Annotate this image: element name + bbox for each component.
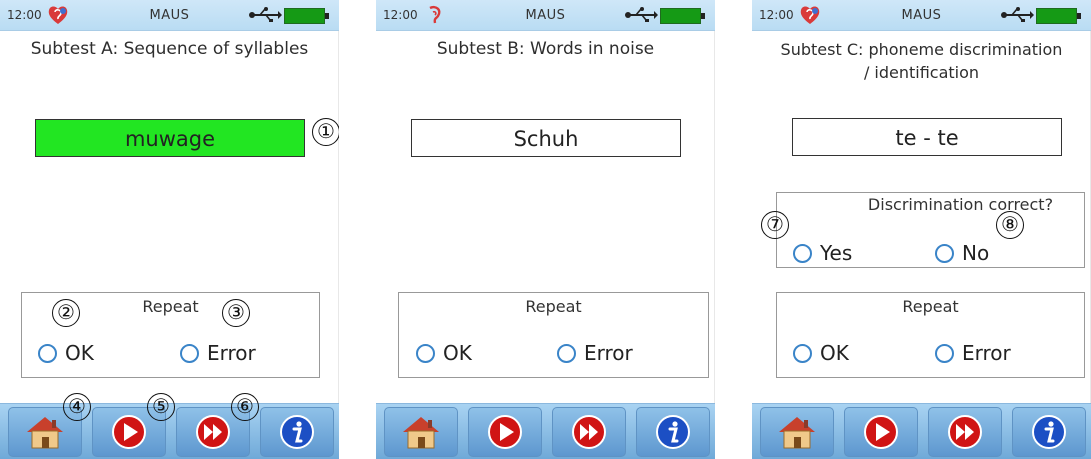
page-title-line1: Subtest C: phoneme discrimination <box>780 40 1063 59</box>
info-button[interactable] <box>636 407 710 457</box>
battery-icon <box>1036 8 1081 24</box>
error-option[interactable]: Error <box>180 341 256 365</box>
usb-icon <box>1000 5 1034 29</box>
repeat-group-title: Repeat <box>525 297 582 316</box>
status-bar: 12:00 MAUS <box>376 0 715 31</box>
play-button[interactable] <box>468 407 542 457</box>
ok-option[interactable]: OK <box>416 341 472 365</box>
status-bar: 12:00 MAUS <box>752 0 1091 31</box>
usb-icon <box>624 5 658 29</box>
callout-5: ⑤ <box>147 393 175 421</box>
error-option[interactable]: Error <box>557 341 633 365</box>
callout-4: ④ <box>63 393 91 421</box>
skip-forward-button[interactable] <box>552 407 626 457</box>
discrimination-group-title: Discrimination correct? <box>867 195 1054 214</box>
screen-subtest-c: 12:00 MAUS Subtest C: phoneme discrimina… <box>752 0 1091 459</box>
battery-icon <box>284 8 329 24</box>
battery-icon <box>660 8 705 24</box>
repeat-group-title: Repeat <box>902 297 959 316</box>
discrimination-group: Discrimination correct? Yes No <box>776 192 1085 268</box>
ok-radio[interactable] <box>38 343 57 363</box>
ok-radio[interactable] <box>793 343 812 363</box>
error-label: Error <box>962 341 1011 365</box>
stimulus-word-box: muwage <box>35 119 305 157</box>
yes-option[interactable]: Yes <box>793 241 852 265</box>
screen-subtest-a: 12:00 MAUS Subtest A: Sequence of syllab… <box>0 0 339 459</box>
page-title: Subtest A: Sequence of syllables <box>30 39 309 59</box>
ok-radio[interactable] <box>416 343 435 363</box>
ok-option[interactable]: OK <box>793 341 849 365</box>
skip-forward-button[interactable] <box>928 407 1002 457</box>
stimulus-word-box: te - te <box>792 118 1062 156</box>
page-title: Subtest C: phoneme discrimination / iden… <box>752 38 1091 84</box>
ok-label: OK <box>820 341 849 365</box>
error-label: Error <box>584 341 633 365</box>
error-radio[interactable] <box>935 343 954 363</box>
callout-1: ① <box>312 118 339 146</box>
no-option[interactable]: No <box>935 241 989 265</box>
info-button[interactable] <box>1012 407 1086 457</box>
callout-6: ⑥ <box>231 393 259 421</box>
error-radio[interactable] <box>557 343 576 363</box>
home-button[interactable] <box>760 407 834 457</box>
stimulus-word-box: Schuh <box>411 119 681 157</box>
error-radio[interactable] <box>180 343 199 363</box>
error-option[interactable]: Error <box>935 341 1011 365</box>
ok-label: OK <box>443 341 472 365</box>
ok-option[interactable]: OK <box>38 341 94 365</box>
ok-label: OK <box>65 341 94 365</box>
screen-subtest-b: 12:00 MAUS Subtest B: Words in noise Sch… <box>376 0 715 459</box>
callout-7: ⑦ <box>761 211 789 239</box>
usb-icon <box>248 5 282 29</box>
callout-2: ② <box>52 299 80 327</box>
bottom-nav <box>376 403 715 459</box>
repeat-group: Repeat OK Error <box>776 292 1085 378</box>
repeat-group: Repeat OK Error <box>398 292 709 378</box>
error-label: Error <box>207 341 256 365</box>
yes-label: Yes <box>820 241 853 265</box>
page-title-line2: / identification <box>863 63 980 82</box>
home-button[interactable] <box>384 407 458 457</box>
callout-3: ③ <box>222 299 250 327</box>
status-bar: 12:00 MAUS <box>0 0 339 31</box>
info-button[interactable] <box>260 407 334 457</box>
no-label: No <box>962 241 990 265</box>
page-title: Subtest B: Words in noise <box>436 39 655 59</box>
no-radio[interactable] <box>935 243 954 263</box>
bottom-nav <box>752 403 1091 459</box>
play-button[interactable] <box>844 407 918 457</box>
callout-8: ⑧ <box>996 211 1024 239</box>
yes-radio[interactable] <box>793 243 812 263</box>
